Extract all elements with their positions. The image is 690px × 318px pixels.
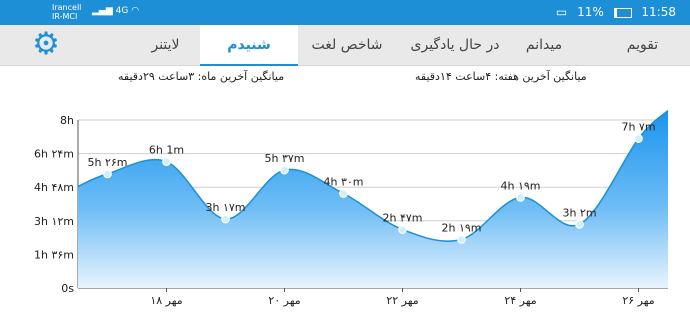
data-point[interactable]: [280, 165, 289, 175]
data-label: 2h ۴۷m: [383, 212, 423, 225]
data-point[interactable]: [457, 234, 466, 244]
data-label: 5h ۲۶m: [88, 156, 128, 169]
x-tick-label: ۲۴ مهر: [504, 294, 536, 307]
data-point[interactable]: [221, 214, 230, 224]
data-label: 3h ۱۷m: [206, 201, 246, 214]
data-label: 4h ۱۹m: [501, 179, 541, 192]
x-tick-label: ۲۰ مهر: [268, 294, 300, 307]
y-tick-label: 4h ۴۸m: [34, 181, 74, 194]
area-fill: [78, 110, 668, 288]
y-tick-label: 6h ۲۴m: [34, 148, 74, 161]
x-tick-label: ۲۶ مهر: [622, 294, 654, 307]
data-point[interactable]: [398, 225, 407, 234]
data-label: 6h 1m: [149, 144, 184, 157]
data-point[interactable]: [103, 169, 112, 179]
data-label: 7h ۷m: [621, 121, 655, 134]
y-tick-label: 0s: [61, 282, 74, 295]
listening-time-chart: 0s 1h ۳۶m 3h ۱۲m 4h ۴۸m 6h ۲۴m 8h ۱۸ مهر ۲۰ مهر…: [34, 109, 669, 307]
y-tick-label: 1h ۳۶m: [34, 248, 74, 261]
data-label: 3h ۲m: [562, 206, 596, 219]
data-label: 5h ۳۷m: [265, 152, 305, 165]
data-point[interactable]: [634, 134, 643, 143]
x-tick-label: ۲۲ مهر: [386, 294, 418, 307]
data-point[interactable]: [575, 219, 584, 229]
y-tick-label: 8h: [60, 114, 74, 127]
data-point[interactable]: [339, 189, 348, 198]
data-label: 2h ۱۹m: [442, 221, 482, 234]
y-tick-label: 3h ۱۲m: [34, 215, 74, 228]
data-label: 4h ۳۰m: [324, 176, 364, 189]
data-point[interactable]: [516, 192, 525, 202]
data-point[interactable]: [162, 157, 171, 167]
x-tick-label: ۱۸ مهر: [150, 294, 182, 307]
